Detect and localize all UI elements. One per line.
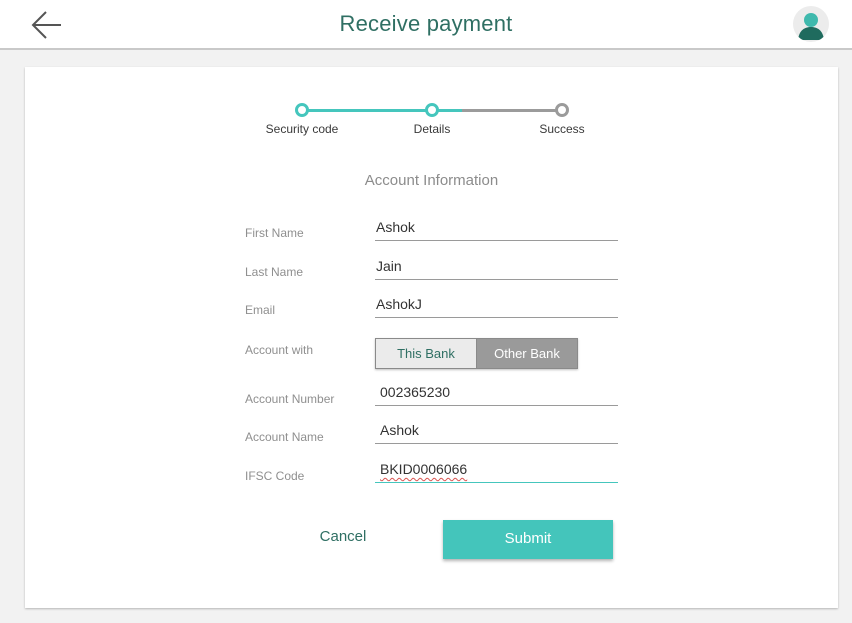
section-title: Account Information xyxy=(364,172,499,189)
account-name-label: Account Name xyxy=(245,430,324,444)
ifsc-code-value: BKID0006066 xyxy=(380,461,468,477)
other-bank-option[interactable]: Other Bank xyxy=(477,339,577,368)
page-title: Receive payment xyxy=(339,11,513,36)
step-dot-success xyxy=(555,103,569,117)
email-label: Email xyxy=(245,303,276,317)
this-bank-option[interactable]: This Bank xyxy=(376,339,477,368)
stepper-remaining-line xyxy=(462,109,562,112)
account-with-toggle: This Bank Other Bank xyxy=(375,338,578,369)
step-dot-details xyxy=(425,103,439,117)
step-label-security-code: Security code xyxy=(265,122,339,136)
progress-stepper: Security code Details Success xyxy=(265,97,605,147)
first-name-label: First Name xyxy=(245,226,304,240)
email-field[interactable]: AshokJ xyxy=(375,294,618,318)
submit-button[interactable]: Submit xyxy=(443,520,613,559)
ifsc-code-label: IFSC Code xyxy=(245,469,305,483)
step-label-success: Success xyxy=(539,122,585,136)
user-avatar-icon xyxy=(798,13,824,40)
account-number-label: Account Number xyxy=(245,392,335,406)
account-number-field[interactable]: 002365230 xyxy=(375,382,618,406)
last-name-label: Last Name xyxy=(245,265,304,279)
last-name-field[interactable]: Jain xyxy=(375,256,618,280)
step-label-details: Details xyxy=(413,122,451,136)
first-name-field[interactable]: Ashok xyxy=(375,217,618,241)
account-name-field[interactable]: Ashok xyxy=(375,420,618,444)
top-app-bar: Receive payment xyxy=(0,0,852,50)
ifsc-code-field[interactable]: BKID0006066 xyxy=(375,459,618,483)
cancel-button[interactable]: Cancel xyxy=(303,528,383,552)
user-avatar-button[interactable] xyxy=(793,6,829,42)
receive-payment-card: Security code Details Success Account In… xyxy=(25,67,838,608)
step-dot-security-code xyxy=(295,103,309,117)
account-with-label: Account with xyxy=(245,343,314,357)
